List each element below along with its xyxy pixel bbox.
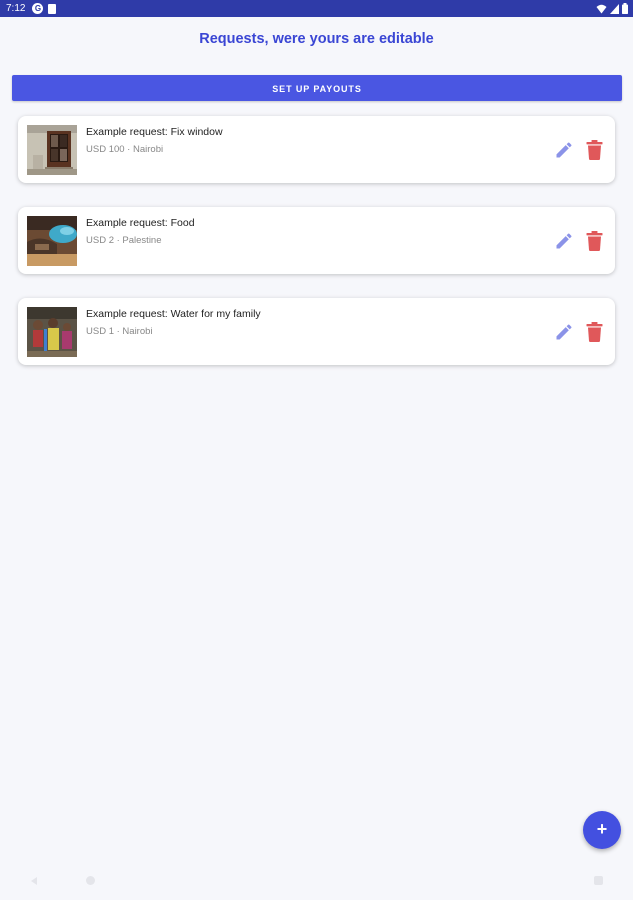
request-thumbnail bbox=[27, 125, 77, 175]
request-title: Example request: Food bbox=[86, 217, 195, 229]
back-icon[interactable] bbox=[29, 876, 39, 886]
signal-icon bbox=[610, 3, 619, 14]
pencil-icon bbox=[556, 233, 572, 249]
wifi-icon bbox=[596, 4, 607, 13]
trash-icon bbox=[586, 231, 603, 251]
google-icon: G bbox=[32, 3, 44, 14]
sd-card-icon bbox=[48, 3, 57, 14]
pencil-icon bbox=[556, 324, 572, 340]
delete-request-button[interactable] bbox=[586, 140, 603, 160]
request-amount-location: USD 1 · Nairobi bbox=[86, 326, 153, 337]
request-amount-location: USD 100 · Nairobi bbox=[86, 144, 164, 155]
request-card[interactable]: Example request: Fix window USD 100 · Na… bbox=[18, 116, 615, 183]
status-time: 7:12 bbox=[6, 3, 26, 14]
request-title: Example request: Fix window bbox=[86, 126, 223, 138]
recent-apps-icon[interactable] bbox=[594, 876, 603, 885]
request-card[interactable]: Example request: Water for my family USD… bbox=[18, 298, 615, 365]
battery-icon bbox=[622, 3, 628, 14]
trash-icon bbox=[586, 322, 603, 342]
edit-request-button[interactable] bbox=[554, 322, 574, 342]
edit-request-button[interactable] bbox=[554, 140, 574, 160]
request-thumbnail bbox=[27, 216, 77, 266]
delete-request-button[interactable] bbox=[586, 231, 603, 251]
page-title: Requests, were yours are editable bbox=[199, 31, 434, 47]
trash-icon bbox=[586, 140, 603, 160]
add-request-button[interactable]: + bbox=[583, 811, 621, 849]
home-icon[interactable] bbox=[86, 876, 95, 885]
request-thumbnail bbox=[27, 307, 77, 357]
request-title: Example request: Water for my family bbox=[86, 308, 261, 320]
request-amount-location: USD 2 · Palestine bbox=[86, 235, 162, 246]
set-up-payouts-button[interactable]: SET UP PAYOUTS bbox=[12, 75, 622, 101]
status-indicators bbox=[596, 3, 628, 14]
status-bar: 7:12 G bbox=[0, 0, 633, 17]
delete-request-button[interactable] bbox=[586, 322, 603, 342]
request-card[interactable]: Example request: Food USD 2 · Palestine bbox=[18, 207, 615, 274]
edit-request-button[interactable] bbox=[554, 231, 574, 251]
app-screen: 7:12 G Requests, were yours are editable… bbox=[0, 0, 633, 900]
pencil-icon bbox=[556, 142, 572, 158]
